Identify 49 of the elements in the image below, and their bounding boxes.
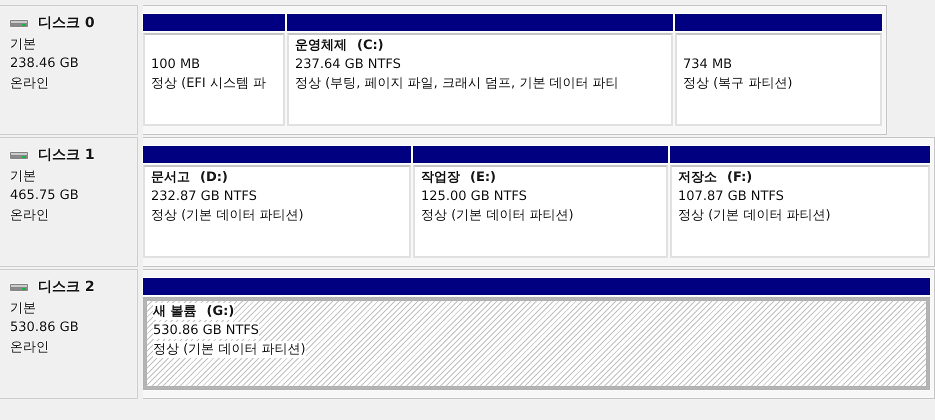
disk-status: 온라인 <box>10 75 50 92</box>
disk-info-panel[interactable]: 디스크 2 기본 530.86 GB 온라인 <box>0 269 138 399</box>
disk-info-panel[interactable]: 디스크 1 기본 465.75 GB 온라인 <box>0 137 138 267</box>
disk-name: 디스크 2 <box>38 278 95 296</box>
drive-icon <box>10 152 28 158</box>
disk-name: 디스크 1 <box>38 146 95 164</box>
partition-block[interactable]: 운영체제 (C:) 237.64 GB NTFS 정상 (부팅, 페이지 파일, 크래시 덤프, 기본 데이터 파티 <box>287 33 673 126</box>
disk-size: 238.46 GB <box>10 56 80 71</box>
volume-name: 문서고 <box>151 170 190 185</box>
drive-letter: (E:) <box>470 170 496 185</box>
partition-status: 정상 (부팅, 페이지 파일, 크래시 덤프, 기본 데이터 파티 <box>295 75 619 92</box>
volume-name: 새 볼륨 <box>153 304 197 319</box>
partition-status: 정상 (기본 데이터 파티션) <box>151 207 304 224</box>
volume-name: 작업장 <box>421 170 460 185</box>
disk-name: 디스크 0 <box>38 14 95 32</box>
partition-block[interactable]: 100 MB 정상 (EFI 시스템 파 <box>143 33 285 126</box>
disk-type: 기본 <box>10 168 37 185</box>
partition-size: 232.87 GB NTFS <box>151 188 257 205</box>
disk-status: 온라인 <box>10 207 50 224</box>
partition-status: 정상 (기본 데이터 파티션) <box>678 207 831 224</box>
partition-status: 정상 (기본 데이터 파티션) <box>153 341 306 358</box>
disk-size: 530.86 GB <box>10 320 80 335</box>
disk-type: 기본 <box>10 36 37 53</box>
drive-letter: (C:) <box>357 38 384 53</box>
disk-type: 기본 <box>10 300 37 317</box>
disk-status: 온라인 <box>10 339 50 356</box>
drive-icon <box>10 20 28 26</box>
partition-status: 정상 (기본 데이터 파티션) <box>421 207 574 224</box>
partition-status: 정상 (복구 파티션) <box>683 75 792 92</box>
partition-size: 107.87 GB NTFS <box>678 188 784 205</box>
partition-size: 530.86 GB NTFS <box>153 322 259 339</box>
partition-status: 정상 (EFI 시스템 파 <box>151 75 266 92</box>
partition-size: 125.00 GB NTFS <box>421 188 527 205</box>
volume-name: 운영체제 <box>295 38 347 53</box>
partition-size: 237.64 GB NTFS <box>295 56 401 73</box>
drive-icon <box>10 284 28 290</box>
volume-name: 저장소 <box>678 170 717 185</box>
disk-info-panel[interactable]: 디스크 0 기본 238.46 GB 온라인 <box>0 5 138 135</box>
partition-size: 734 MB <box>683 56 732 73</box>
partition-size: 100 MB <box>151 56 200 73</box>
drive-letter: (D:) <box>200 170 228 185</box>
partition-block[interactable]: 문서고 (D:) 232.87 GB NTFS 정상 (기본 데이터 파티션) <box>143 165 411 258</box>
partition-block[interactable]: 734 MB 정상 (복구 파티션) <box>675 33 882 126</box>
drive-letter: (G:) <box>206 304 234 319</box>
partition-block[interactable]: 작업장 (E:) 125.00 GB NTFS 정상 (기본 데이터 파티션) <box>413 165 668 258</box>
partition-block[interactable]: 저장소 (F:) 107.87 GB NTFS 정상 (기본 데이터 파티션) <box>670 165 930 258</box>
disk-size: 465.75 GB <box>10 188 80 203</box>
drive-letter: (F:) <box>727 170 752 185</box>
partition-block[interactable]: 새 볼륨 (G:) 530.86 GB NTFS 정상 (기본 데이터 파티션) <box>143 297 930 390</box>
